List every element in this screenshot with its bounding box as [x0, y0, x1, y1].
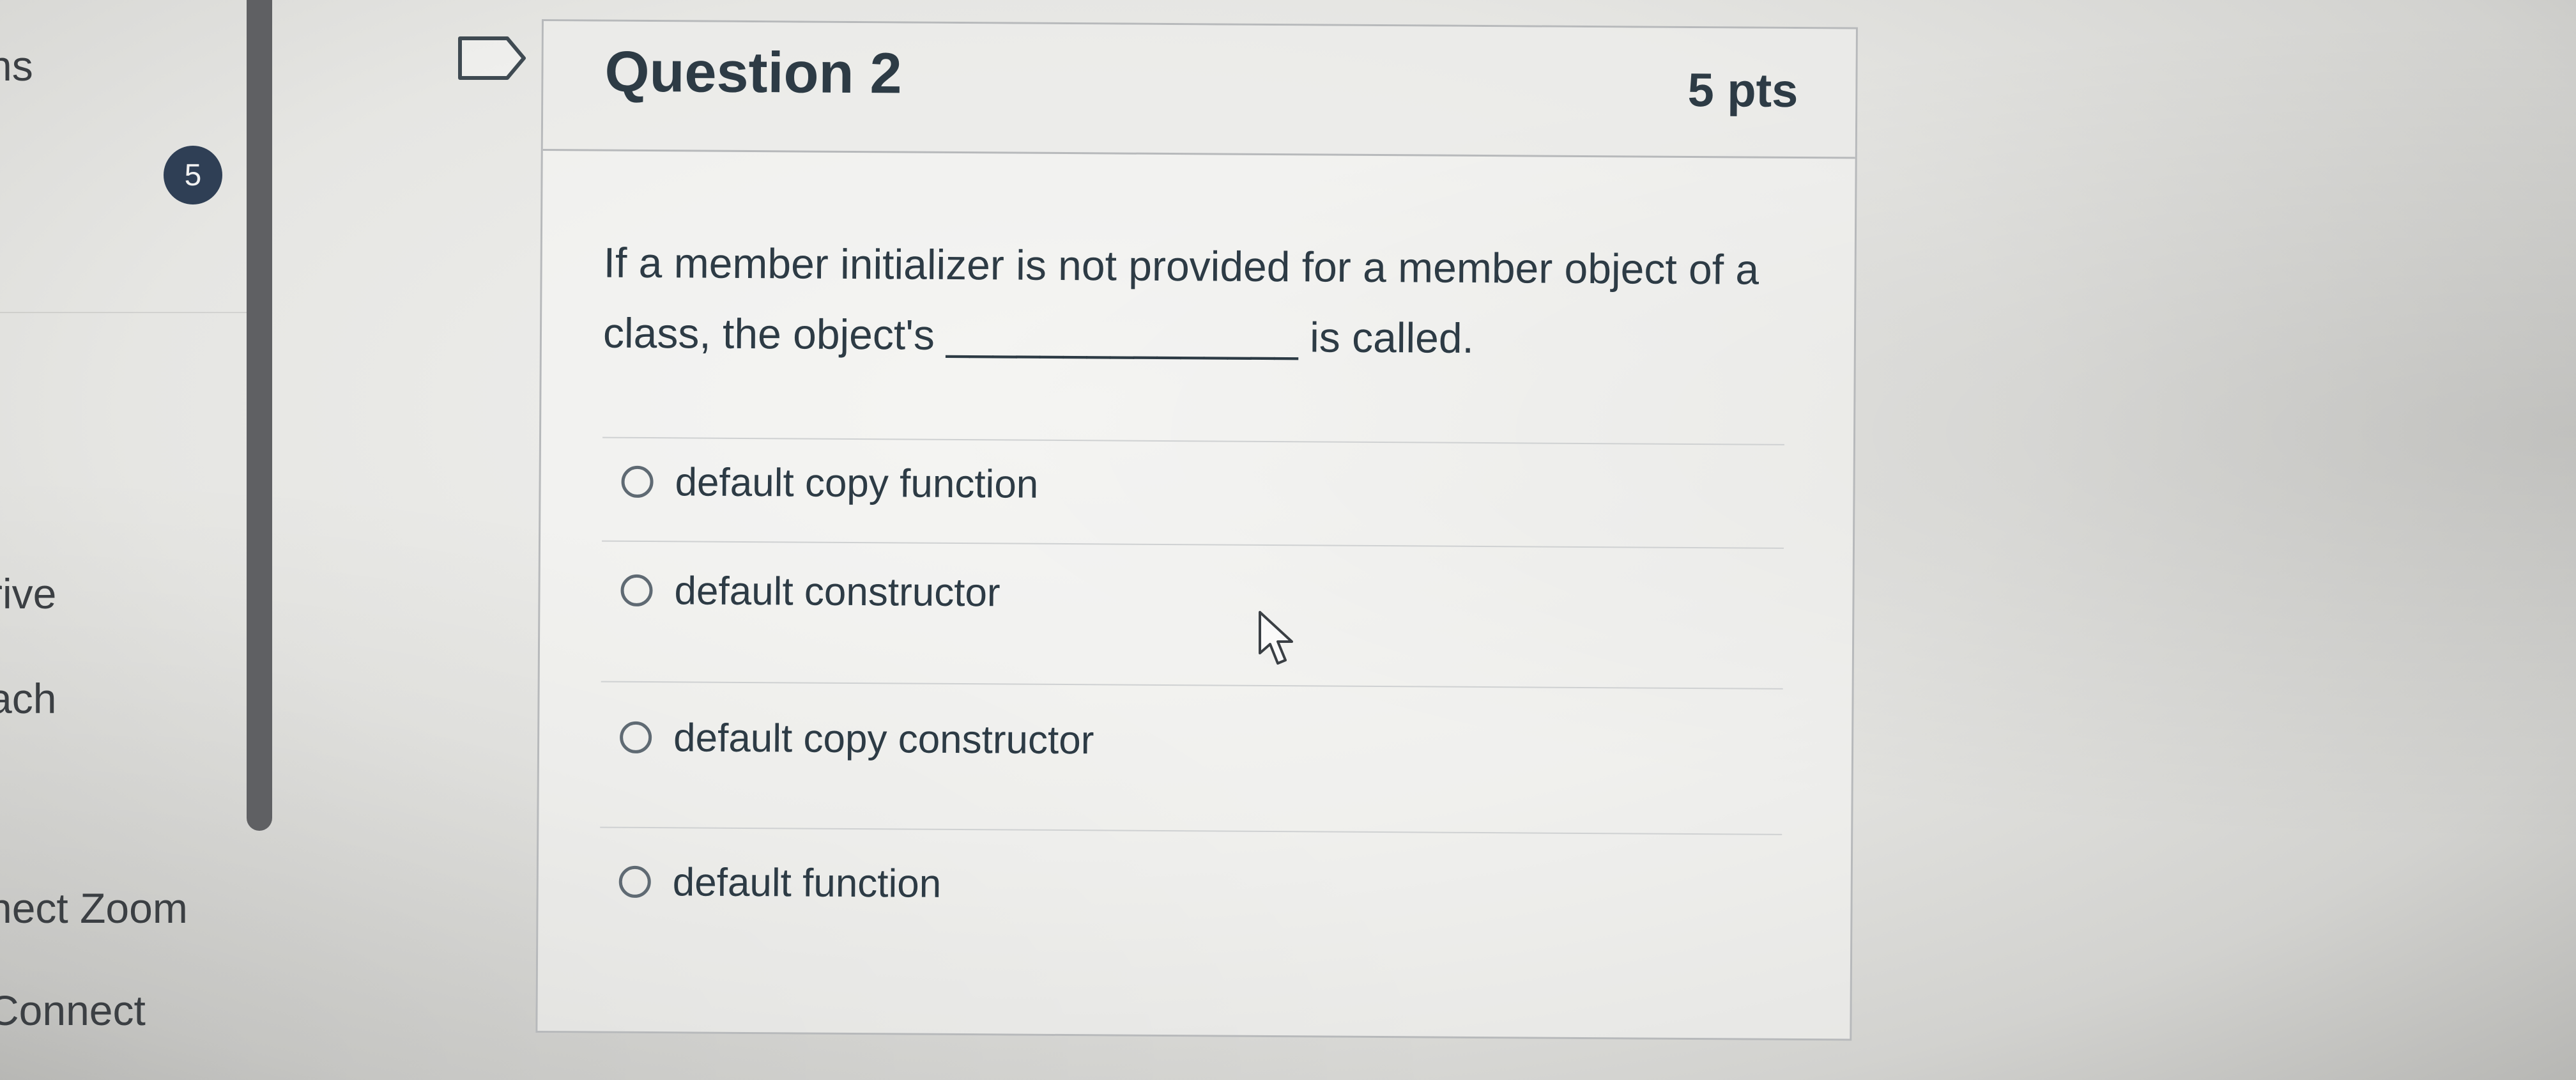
nav-item-drive[interactable]: rive [0, 573, 56, 615]
radio-button-icon[interactable] [620, 574, 653, 607]
radio-button-icon[interactable] [618, 865, 651, 899]
nav-item-label: Connect [0, 987, 146, 1034]
unread-count-badge: 5 [164, 146, 222, 204]
course-navigation: ns 5 rive ach nect Zoom Connect [0, 0, 272, 1080]
answer-divider [602, 436, 1784, 445]
radio-button-icon[interactable] [621, 465, 654, 498]
nav-item-connect[interactable]: Connect [0, 989, 146, 1031]
answer-divider [601, 681, 1783, 690]
radio-button-icon[interactable] [619, 721, 652, 754]
answer-divider [602, 540, 1784, 549]
question-title: Question 2 [604, 40, 902, 106]
nav-item-label: ns [0, 42, 33, 89]
question-blank: _______________ [946, 311, 1299, 361]
answer-label: default copy function [675, 459, 1039, 507]
nav-scrollbar[interactable] [247, 0, 272, 831]
answer-label: default copy constructor [673, 715, 1094, 762]
nav-item-label: ach [0, 675, 57, 722]
question-text: If a member initializer is not provided … [603, 228, 1818, 376]
nav-item-questions[interactable]: ns [0, 45, 33, 87]
bookmark-flag-icon[interactable] [457, 36, 528, 81]
question-points: 5 pts [1687, 63, 1798, 118]
nav-item-search[interactable]: ach [0, 677, 56, 720]
answer-option-3[interactable]: default copy constructor [619, 712, 1094, 766]
nav-divider [0, 312, 256, 313]
nav-item-connect-zoom[interactable]: nect Zoom [0, 887, 188, 929]
question-header: Question 2 5 pts [542, 21, 1856, 159]
badge-count: 5 [184, 158, 202, 192]
nav-item-label: rive [0, 570, 57, 617]
answer-option-2[interactable]: default constructor [620, 565, 1000, 619]
mouse-pointer-icon [1259, 611, 1293, 665]
answer-option-4[interactable]: default function [618, 856, 942, 909]
answer-divider [600, 826, 1782, 835]
nav-item-label: nect Zoom [0, 884, 188, 932]
question-card: Question 2 5 pts If a member initializer… [535, 19, 1858, 1041]
question-text-after: is called. [1309, 313, 1475, 362]
answer-option-1[interactable]: default copy function [621, 456, 1038, 510]
answer-label: default function [672, 860, 942, 906]
answer-label: default constructor [674, 568, 1000, 615]
